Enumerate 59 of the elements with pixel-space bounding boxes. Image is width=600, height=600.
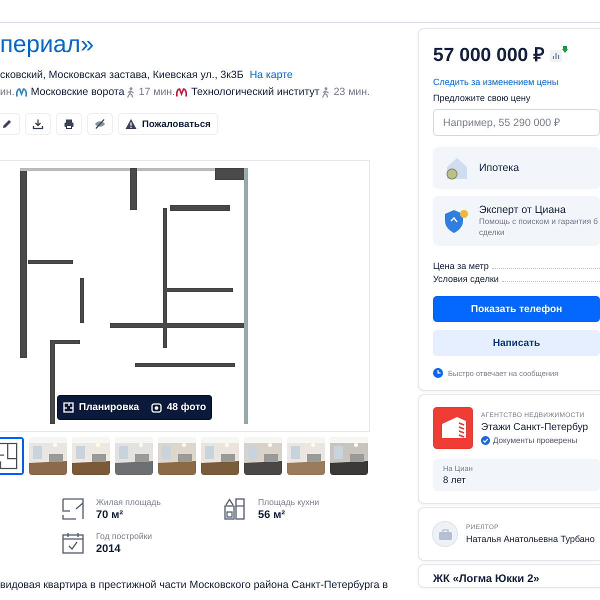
feature-value: 2014: [96, 543, 122, 555]
warning-icon: [125, 118, 137, 130]
service-description: Помощь с поиском и гарантия б: [479, 216, 598, 227]
edit-icon: [1, 118, 13, 130]
verified-text: Документы проверены: [493, 436, 578, 444]
listing-title: периал»: [0, 30, 95, 60]
shield-icon: [443, 208, 469, 234]
realtor-name[interactable]: Наталья Анатольевна Турбано: [466, 534, 595, 544]
price: 57 000 000 ₽: [433, 44, 544, 67]
hidden-eye-icon: [94, 118, 106, 130]
service-title: Ипотека: [479, 162, 520, 174]
action-button[interactable]: [25, 113, 51, 135]
metro-station: Московские ворота: [30, 85, 124, 99]
price-offer-field[interactable]: Например, 55 290 000 ₽: [433, 109, 600, 136]
camera-icon: [150, 402, 162, 413]
action-button[interactable]: [0, 113, 20, 135]
stat-value: 8 лет: [443, 475, 467, 486]
description-text: видовая квартира в престижной части Московского района Санкт-Петербурга в: [0, 578, 388, 592]
walk-time: ин.: [0, 85, 15, 99]
action-button[interactable]: [87, 113, 113, 135]
briefcase-icon: [438, 528, 452, 540]
show-phone-button[interactable]: Показать телефон: [433, 296, 600, 322]
walking-icon: [320, 86, 330, 98]
metro-station: Технологический институт: [191, 85, 320, 99]
offer-label: Предложите свою цену: [433, 93, 532, 103]
floor-plan-icon: [62, 498, 84, 520]
message-button[interactable]: Написать: [433, 330, 600, 356]
printer-icon: [63, 118, 75, 130]
feature-label: Площадь кухни: [258, 497, 320, 507]
address-text: сковский, Московская застава, Киевская ул., 3к3Б: [0, 68, 244, 82]
walking-icon: [126, 86, 135, 98]
mortgage-card[interactable]: Ипотека: [433, 147, 600, 189]
fact-label: Цена за метр: [433, 261, 489, 271]
clock-icon: [433, 368, 443, 378]
service-title: Эксперт от Циана: [479, 204, 567, 216]
walk-time: 23 мин.: [334, 85, 370, 99]
report-button[interactable]: Пожаловаться: [118, 113, 218, 135]
price-chart-icon[interactable]: [550, 46, 568, 62]
feature-label: Жилая площадь: [96, 497, 161, 507]
fact-label: Условия сделки: [433, 274, 499, 284]
verified-icon: [481, 436, 490, 444]
feature-label: Год постройки: [96, 531, 152, 541]
feature-value: 56 м²: [258, 509, 286, 521]
calendar-icon: [62, 532, 84, 554]
kitchen-icon: [224, 498, 246, 520]
walk-time: 17 мин.: [138, 85, 176, 99]
complex-title[interactable]: ЖК «Логма Юкки 2»: [419, 565, 554, 585]
agency-logo: [433, 407, 473, 449]
expert-card[interactable]: Эксперт от Циана Помощь с поиском и гарантия б сделки: [433, 196, 600, 246]
feature-value: 70 м²: [96, 509, 124, 521]
service-description: сделки: [479, 227, 506, 238]
action-button[interactable]: [56, 113, 82, 135]
map-link[interactable]: На карте: [250, 68, 293, 82]
floor-plan-icon: [62, 402, 74, 413]
price-tracking-link[interactable]: Следить за изменением цены: [433, 77, 600, 87]
agency-name[interactable]: Этажи Санкт-Петербур: [481, 422, 588, 432]
download-icon: [32, 118, 44, 130]
floor-plan-button[interactable]: Планировка: [62, 402, 140, 413]
photos-button[interactable]: 48 фото: [150, 402, 206, 413]
